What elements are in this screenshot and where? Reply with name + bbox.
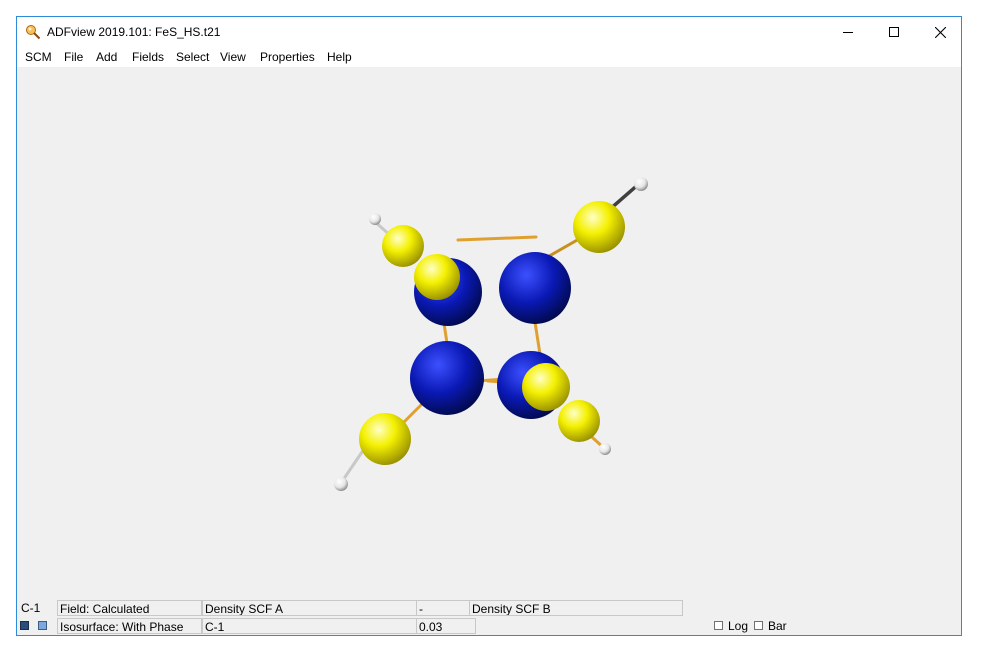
menu-view[interactable]: View: [220, 50, 246, 64]
sulfur-atom: [382, 225, 424, 267]
isosurface-phase-swatch[interactable]: [38, 621, 47, 630]
menu-file[interactable]: File: [64, 50, 83, 64]
minimize-button[interactable]: [825, 17, 871, 47]
sulfur-atom: [522, 363, 570, 411]
menu-fields[interactable]: Fields: [132, 50, 164, 64]
iron-atom: [410, 341, 484, 415]
log-label: Log: [728, 619, 749, 633]
sulfur-atom: [558, 400, 600, 442]
isosurface-atom[interactable]: C-1: [202, 618, 417, 634]
hydrogen-atom: [634, 177, 648, 191]
bar-label: Bar: [768, 619, 787, 633]
sulfur-atom: [573, 201, 625, 253]
title-bar: ADFview 2019.101: FeS_HS.t21: [17, 17, 961, 47]
isosurface-color-swatch[interactable]: [20, 621, 29, 630]
menu-select[interactable]: Select: [176, 50, 209, 64]
minimize-icon: [843, 32, 853, 33]
menu-help[interactable]: Help: [327, 50, 352, 64]
close-icon: [934, 26, 946, 38]
bar-checkbox[interactable]: [754, 621, 763, 630]
close-button[interactable]: [917, 17, 963, 47]
window-title: ADFview 2019.101: FeS_HS.t21: [47, 25, 221, 39]
maximize-button[interactable]: [871, 17, 917, 47]
field-operator[interactable]: -: [416, 600, 470, 616]
log-checkbox[interactable]: [714, 621, 723, 630]
menu-add[interactable]: Add: [96, 50, 117, 64]
iron-atom: [499, 252, 571, 324]
hydrogen-atom: [599, 443, 611, 455]
molecule-viewport[interactable]: [17, 67, 961, 599]
maximize-icon: [889, 27, 899, 37]
field-density-b[interactable]: Density SCF B: [469, 600, 683, 616]
molecule-scene[interactable]: [17, 67, 961, 599]
field-type[interactable]: Field: Calculated: [57, 600, 202, 616]
bond-fe-fe: [456, 235, 538, 242]
sulfur-atom: [414, 254, 460, 300]
selected-atom-label: C-1: [21, 601, 41, 615]
field-density-a[interactable]: Density SCF A: [202, 600, 417, 616]
menu-bar: SCM File Add Fields Select View Properti…: [17, 47, 961, 67]
menu-properties[interactable]: Properties: [260, 50, 315, 64]
isosurface-value-input[interactable]: 0.03: [416, 618, 476, 634]
hydrogen-atom: [334, 477, 348, 491]
menu-scm[interactable]: SCM: [25, 50, 52, 64]
isosurface-mode[interactable]: Isosurface: With Phase: [57, 618, 202, 634]
status-panel: C-1 Field: Calculated Density SCF A - De…: [17, 599, 961, 635]
sulfur-atom: [359, 413, 411, 465]
hydrogen-atom: [369, 213, 381, 225]
adfview-app-icon[interactable]: [25, 24, 41, 40]
adfview-window: ADFview 2019.101: FeS_HS.t21 SCM File Ad…: [16, 16, 962, 636]
